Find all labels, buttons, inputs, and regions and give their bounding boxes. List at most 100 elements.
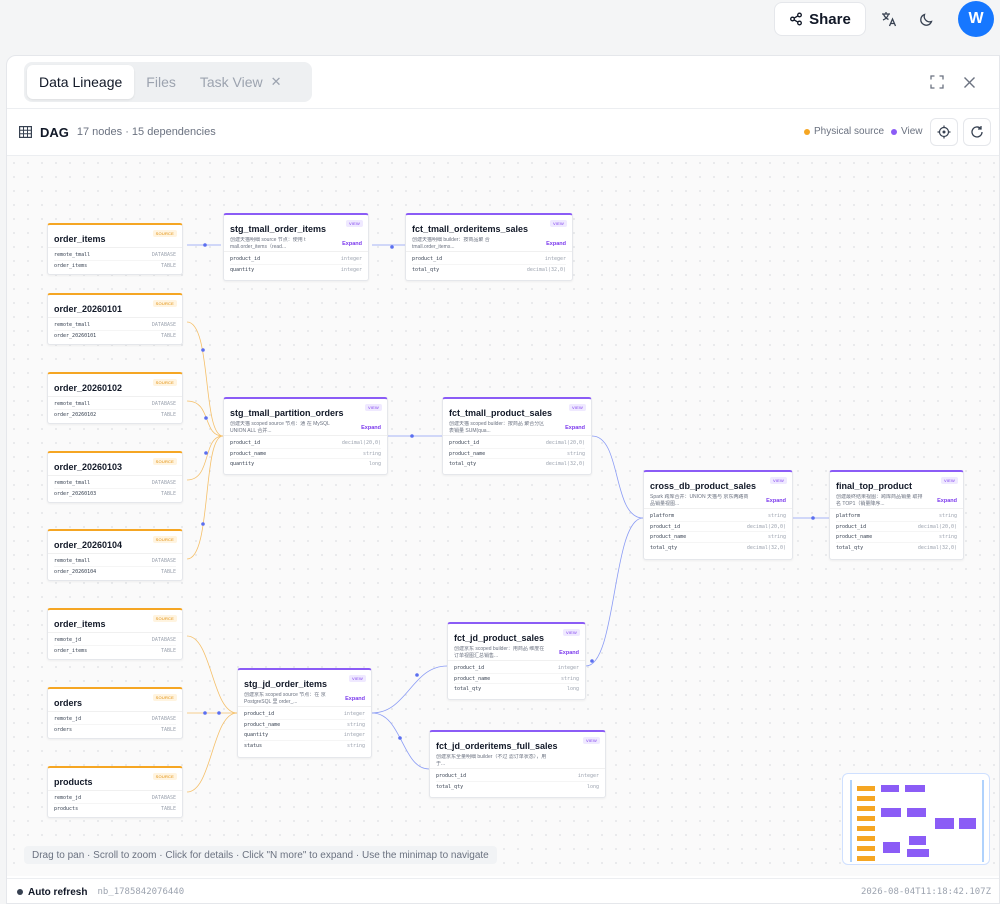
translate-button[interactable] [872,2,906,36]
share-icon [790,12,803,26]
tab-files[interactable]: Files [134,65,188,99]
edge-dot [201,522,205,526]
table-row: quantity integer [230,266,362,273]
expand-button[interactable]: Expand [565,425,585,431]
table-row: product_name string [244,720,365,730]
legend-view: View [891,126,923,137]
table-row: product_id decimal(20,0) [836,522,957,532]
table-row: total_qty decimal(32,0) [836,544,957,551]
node-stg-tmall-order-items[interactable]: stg_tmall_order_items VIEW 创建天猫明细 source … [223,213,369,281]
table-row: remote_jd DATABASE [54,793,176,804]
top-bar: Share W [0,0,1000,48]
close-panel-button[interactable] [959,72,979,92]
table-row: quantity long [230,461,381,467]
edge-dot [203,243,207,247]
user-avatar[interactable]: W [958,1,994,37]
table-row: products TABLE [54,805,176,812]
edge-dot [201,348,205,352]
expand-icon [930,75,944,89]
moon-icon [920,13,933,26]
close-icon[interactable]: ✕ [271,74,282,90]
node-orders[interactable]: orders SOURCE remote_jd DATABASE orders TAB… [47,687,183,739]
node-stg-tmall-partition-orders[interactable]: stg_tmall_partition_orders VIEW 创建天猫 scop… [223,397,388,475]
node-stg-jd-order-items[interactable]: stg_jd_order_items VIEW 创建京东 scoped sourc… [237,668,372,758]
node-fct-tmall-orderitems-sales[interactable]: fct_tmall_orderitems_sales VIEW 创建天猫明细 bu… [405,213,573,281]
node-fct-jd-product-sales[interactable]: fct_jd_product_sales VIEW 创建京东 scoped bui… [447,622,586,700]
share-button[interactable]: Share [774,2,866,36]
table-row: product_name string [650,532,786,543]
node-final-top-product[interactable]: final_top_product VIEW 创建最终结果视图：跨库商品销量 取排… [829,470,964,560]
tab-data-lineage[interactable]: Data Lineage [27,65,135,99]
refresh-icon [971,126,983,138]
dag-title: DAG [40,124,69,140]
table-row: order_20260101 TABLE [54,332,176,339]
table-row: product_id integer [454,663,579,674]
table-row: remote_tmall DATABASE [54,556,176,567]
expand-button[interactable]: Expand [345,696,365,702]
minimap-view [850,780,984,862]
edge-dot [811,516,815,520]
edge-dot [217,711,221,715]
table-row: total_qty long [436,783,599,790]
legend-physical-source: Physical source [804,126,884,137]
expand-button[interactable]: Expand [937,498,957,504]
table-row: quantity integer [244,730,365,741]
dag-meta: 17 nodes · 15 dependencies [76,126,216,138]
edge-dot [410,434,414,438]
notebook-id: nb_1785842076440 [97,887,185,897]
table-row: order_20260104 TABLE [54,568,176,575]
table-row: remote_tmall DATABASE [54,250,176,261]
expand-button[interactable]: Expand [361,425,381,431]
node-order-20260101[interactable]: order_20260101 SOURCE remote_tmall DATABAS… [47,293,183,345]
refresh-button[interactable] [963,118,991,146]
translate-icon [882,12,897,27]
edge [371,712,430,770]
table-row: order_items TABLE [54,262,176,269]
locate-button[interactable] [930,118,958,146]
table-row: product_id integer [412,254,566,265]
dag-header: DAG 17 nodes · 15 dependencies [19,122,216,142]
edge-dot [590,659,594,663]
navigation-hint: Drag to pan · Scroll to zoom · Click for… [24,846,497,864]
node-order-items-jd[interactable]: order_items SOURCE remote_jd DATABASE orde… [47,608,183,660]
node-fct-jd-orderitems-full-sales[interactable]: fct_jd_orderitems_full_sales VIEW 创建京东全量明… [429,730,606,798]
node-cross-db-product-sales[interactable]: cross_db_product_sales VIEW Spark 跨库合并：UN… [643,470,793,560]
table-row: remote_tmall DATABASE [54,399,176,410]
node-order-20260102[interactable]: order_20260102 SOURCE remote_tmall DATABAS… [47,372,183,424]
node-fct-tmall-product-sales[interactable]: fct_tmall_product_sales VIEW 创建天猫 scoped … [442,397,592,475]
table-row: product_id integer [436,771,599,782]
status-dot [17,889,23,895]
expand-button[interactable]: Expand [546,241,566,247]
table-row: remote_tmall DATABASE [54,320,176,331]
table-row: platform string [650,511,786,522]
fullscreen-button[interactable] [927,72,947,92]
table-row: total_qty long [454,686,579,692]
table-row: product_name string [836,532,957,543]
table-row: total_qty decimal(32,0) [650,544,786,551]
dag-canvas[interactable]: order_items SOURCE remote_tmall DATABASE o… [7,156,999,876]
node-order-items-tmall[interactable]: order_items SOURCE remote_tmall DATABASE o… [47,223,183,275]
table-row: product_id decimal(20,0) [230,438,381,449]
node-products[interactable]: products SOURCE remote_jd DATABASE product… [47,766,183,818]
table-row: order_items TABLE [54,647,176,654]
tab-task-view[interactable]: Task View ✕ [188,65,294,99]
table-row: product_name string [454,674,579,684]
auto-refresh-toggle[interactable]: Auto refresh [17,887,87,898]
expand-button[interactable]: Expand [559,650,579,656]
table-row: product_name string [230,449,381,459]
theme-toggle-button[interactable] [910,2,944,36]
table-row: product_id decimal(20,0) [449,438,585,449]
expand-button[interactable]: Expand [342,241,362,247]
table-row: total_qty decimal(32,0) [449,461,585,467]
node-order-20260104[interactable]: order_20260104 SOURCE remote_tmall DATABAS… [47,529,183,581]
minimap[interactable] [842,773,990,865]
expand-button[interactable]: Expand [766,498,786,504]
close-icon [963,76,975,88]
edge [591,435,644,519]
edge-dot [398,736,402,740]
table-row: remote_jd DATABASE [54,635,176,646]
edge-dot [204,451,208,455]
edge [186,435,224,481]
divider [7,108,999,109]
node-order-20260103[interactable]: order_20260103 SOURCE remote_tmall DATABAS… [47,451,183,503]
